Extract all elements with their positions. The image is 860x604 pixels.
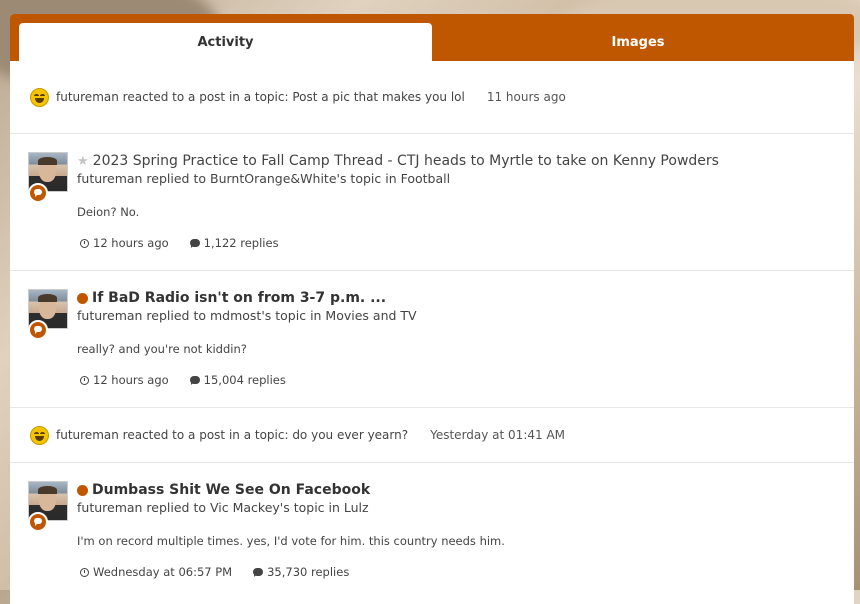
post-title-text[interactable]: If BaD Radio isn't on from 3-7 p.m. ... [92,290,386,306]
tab-images[interactable]: Images [432,23,844,61]
laughing-emoji-icon [30,425,49,445]
post-title[interactable]: If BaD Radio isn't on from 3-7 p.m. ... [77,289,834,307]
post-excerpt: Deion? No. [77,205,140,219]
post-meta: 12 hours ago 1,122 replies [77,236,834,250]
post-time[interactable]: 12 hours ago [93,236,169,250]
replies-count: 35,730 replies [253,565,349,579]
post-title-text[interactable]: Dumbass Shit We See On Facebook [92,482,370,498]
post-title-text[interactable]: 2023 Spring Practice to Fall Camp Thread… [93,153,719,169]
post-title[interactable]: ★ 2023 Spring Practice to Fall Camp Thre… [77,152,834,170]
reaction-time[interactable]: Yesterday at 01:41 AM [430,428,565,442]
replies-count: 1,122 replies [189,236,279,250]
reaction-time[interactable]: 11 hours ago [487,90,566,104]
post-excerpt: really? and you're not kiddin? [77,342,247,356]
post-subtitle[interactable]: futureman replied to mdmost's topic in M… [77,308,834,323]
reply-badge-icon [28,183,48,203]
replies-text: 15,004 replies [203,373,286,387]
clock-icon [80,567,89,577]
post-item: ★ 2023 Spring Practice to Fall Camp Thre… [10,134,854,271]
comment-icon [189,376,200,385]
reply-badge-icon [28,512,48,532]
tab-activity[interactable]: Activity [19,23,432,61]
post-subtitle[interactable]: futureman replied to BurntOrange&White's… [77,171,834,186]
replies-text: 35,730 replies [267,565,350,579]
unread-dot-icon [77,292,88,304]
post-time[interactable]: 12 hours ago [93,373,169,387]
reaction-item: futureman reacted to a post in a topic: … [10,61,854,134]
clock-icon [80,375,89,385]
comment-icon [253,568,264,577]
unread-dot-icon [77,484,88,496]
activity-panel: Activity Images futureman reacted to a p… [10,14,854,604]
replies-text: 1,122 replies [203,236,279,250]
reaction-text[interactable]: futureman reacted to a post in a topic: … [56,428,408,442]
post-item: If BaD Radio isn't on from 3-7 p.m. ... … [10,271,854,408]
comment-icon [189,239,200,248]
post-time[interactable]: Wednesday at 06:57 PM [93,565,232,579]
star-icon: ★ [77,153,89,169]
post-excerpt: I'm on record multiple times. yes, I'd v… [77,534,505,548]
clock-icon [80,238,89,248]
post-subtitle[interactable]: futureman replied to Vic Mackey's topic … [77,500,834,515]
post-item: Dumbass Shit We See On Facebook futurema… [10,463,854,600]
reaction-text[interactable]: futureman reacted to a post in a topic: … [56,90,465,104]
post-meta: 12 hours ago 15,004 replies [77,373,834,387]
replies-count: 15,004 replies [189,373,286,387]
laughing-emoji-icon [30,87,49,107]
post-meta: Wednesday at 06:57 PM 35,730 replies [77,565,834,579]
post-title[interactable]: Dumbass Shit We See On Facebook [77,481,834,499]
tab-bar: Activity Images [10,14,854,61]
reaction-item: futureman reacted to a post in a topic: … [10,408,854,463]
reply-badge-icon [28,320,48,340]
